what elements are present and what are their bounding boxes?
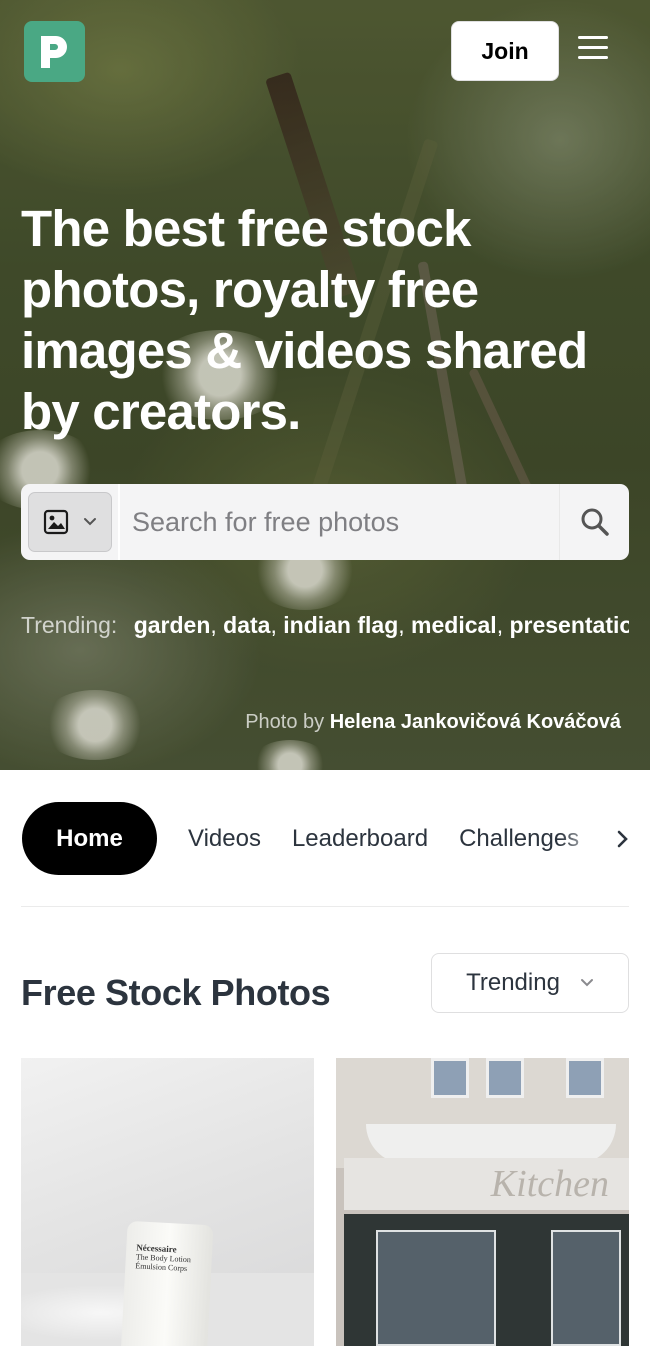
photo-credit-prefix: Photo by xyxy=(245,711,325,733)
tab-videos[interactable]: Videos xyxy=(188,825,261,853)
photo-product-label: Nécessaire The Body Lotion Émulsion Corp… xyxy=(135,1242,191,1274)
chevron-right-icon xyxy=(617,830,628,847)
trending-label: Trending: xyxy=(21,612,118,638)
trending-separator: , xyxy=(210,612,224,638)
photo-shop-sign-text: Kitchen xyxy=(490,1163,609,1205)
tabs-scroll-right[interactable] xyxy=(560,802,628,875)
photo-shop-window xyxy=(551,1230,621,1346)
trending-link[interactable]: data xyxy=(223,612,270,638)
chevron-down-icon xyxy=(580,979,593,987)
tab-home[interactable]: Home xyxy=(22,802,157,875)
photo-window xyxy=(431,1058,469,1098)
trending-separator: , xyxy=(270,612,284,638)
product-label-line: Émulsion Corps xyxy=(135,1261,188,1274)
photo-window xyxy=(566,1058,604,1098)
logo[interactable] xyxy=(24,21,85,82)
section-title: Free Stock Photos xyxy=(21,972,331,1013)
join-button[interactable]: Join xyxy=(451,21,559,81)
trending-link[interactable]: indian flag xyxy=(283,612,398,638)
trending-link[interactable]: garden xyxy=(134,612,211,638)
chevron-down-icon xyxy=(84,518,96,526)
trending-separator: , xyxy=(496,612,510,638)
logo-icon xyxy=(40,35,67,68)
main-tabs: Home Videos Leaderboard Challenges xyxy=(22,802,628,875)
photo-credit-author[interactable]: Helena Jankovičová Kováčová xyxy=(330,711,621,733)
magnifier-icon xyxy=(581,508,609,536)
trending-link[interactable]: presentation xyxy=(509,612,629,638)
photo-credit: Photo by Helena Jankovičová Kováčová xyxy=(245,711,621,734)
photo-card[interactable]: Kitchen xyxy=(336,1058,629,1346)
hero-headline: The best free stock photos, royalty free… xyxy=(21,200,588,440)
photo-card[interactable]: Nécessaire The Body Lotion Émulsion Corp… xyxy=(21,1058,314,1346)
trending-separator: , xyxy=(398,612,412,638)
sort-dropdown[interactable]: Trending xyxy=(431,953,629,1013)
search-input[interactable] xyxy=(120,484,559,560)
search-type-dropdown[interactable] xyxy=(28,492,112,552)
sort-dropdown-value: Trending xyxy=(466,969,560,996)
hamburger-menu-icon[interactable] xyxy=(578,36,612,66)
photo-window xyxy=(486,1058,524,1098)
trending-searches: Trending: garden, data, indian flag, med… xyxy=(21,612,629,646)
photo-lotion-tube: Nécessaire The Body Lotion Émulsion Corp… xyxy=(120,1220,214,1346)
photo-shop-window xyxy=(376,1230,496,1346)
search-bar xyxy=(21,484,629,560)
tab-leaderboard[interactable]: Leaderboard xyxy=(292,825,428,853)
trending-link[interactable]: medical xyxy=(411,612,497,638)
search-button[interactable] xyxy=(559,484,629,560)
tabs-divider xyxy=(21,906,629,907)
image-icon xyxy=(43,509,69,535)
hero: Join The best free stock photos, royalty… xyxy=(0,0,650,770)
